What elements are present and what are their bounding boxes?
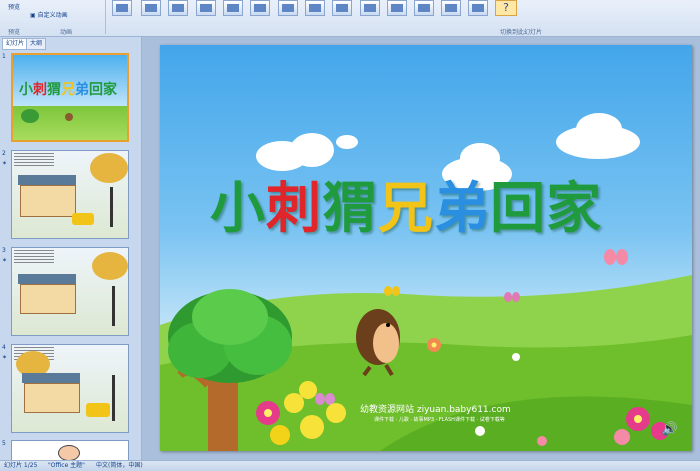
ribbon: 预览 ▣ 自定义动画 预览 动画 ? 切换到此幻灯片 xyxy=(0,0,700,37)
transition-thumb-14[interactable] xyxy=(468,0,488,16)
slide-number: 1 xyxy=(2,53,6,60)
slide-number: 4 xyxy=(2,344,6,351)
group-label-preview: 预览 xyxy=(8,29,21,36)
transition-thumb-11[interactable] xyxy=(387,0,407,16)
slide-editing-area: 小刺猬兄弟回家 幼教资源网站 ziyuan.baby611.com 课件下载 ·… xyxy=(142,37,700,460)
group-label-animation: 动画 xyxy=(60,29,73,36)
transition-thumb-2[interactable] xyxy=(141,0,161,16)
website-footer: 幼教资源网站 ziyuan.baby611.com xyxy=(360,405,511,415)
speaker-icon[interactable]: 🔊 xyxy=(662,422,678,437)
slide-number: 2 xyxy=(2,150,6,157)
animation-star-icon: ✶ xyxy=(2,257,8,264)
slide-scenery xyxy=(160,249,692,451)
slide-thumbnail-5[interactable] xyxy=(11,440,129,460)
transition-thumb-4[interactable] xyxy=(196,0,216,16)
thumb-lamp xyxy=(110,187,113,227)
slide-thumbnail-4[interactable] xyxy=(11,344,129,433)
tab-outline[interactable]: 大纲 xyxy=(26,38,47,50)
thumb-tree xyxy=(92,252,128,280)
thumb-lamp xyxy=(112,286,115,326)
thumb-title: 小刺猬兄弟回家 xyxy=(19,82,117,98)
tab-slides[interactable]: 幻灯片 xyxy=(2,38,29,50)
transition-thumb-12[interactable] xyxy=(414,0,434,16)
cloud xyxy=(290,133,334,167)
transition-thumb-10[interactable] xyxy=(360,0,380,16)
thumb-house xyxy=(20,284,76,314)
thumb-house xyxy=(20,185,76,217)
slide-title[interactable]: 小刺猬兄弟回家 xyxy=(210,163,602,243)
help-icon[interactable]: ? xyxy=(495,0,517,16)
ribbon-divider xyxy=(105,0,106,34)
thumb-hedgehog xyxy=(65,113,73,121)
thumb-bus xyxy=(86,403,110,417)
transition-thumb-13[interactable] xyxy=(441,0,461,16)
group-label-transition: 切换到此幻灯片 xyxy=(500,29,543,36)
thumb-tree xyxy=(21,109,39,123)
thumb-text xyxy=(14,153,54,167)
transition-thumb-3[interactable] xyxy=(168,0,188,16)
title-char: 猬 xyxy=(322,176,379,240)
slide-thumbnail-pane: 幻灯片 大纲 1 小刺猬兄弟回家 2 ✶ 3 ✶ 4 ✶ 5 xyxy=(0,37,142,460)
animation-star-icon: ✶ xyxy=(2,354,8,361)
transition-thumb-6[interactable] xyxy=(250,0,270,16)
title-char: 回 xyxy=(490,176,547,240)
thumb-bus xyxy=(72,213,94,225)
thumb-house xyxy=(24,383,80,413)
transition-thumb-9[interactable] xyxy=(332,0,352,16)
title-char: 小 xyxy=(210,176,267,240)
animation-star-icon: ✶ xyxy=(2,160,8,167)
transition-thumb-1[interactable] xyxy=(112,0,132,16)
slide-thumbnail-3[interactable] xyxy=(11,247,129,336)
thumb-character xyxy=(58,445,80,460)
title-char: 弟 xyxy=(434,176,491,240)
thumb-roof xyxy=(18,175,76,185)
thumb-roof xyxy=(18,274,76,284)
current-slide[interactable]: 小刺猬兄弟回家 幼教资源网站 ziyuan.baby611.com 课件下载 ·… xyxy=(160,45,692,451)
thumb-roof xyxy=(22,373,80,383)
transition-thumb-7[interactable] xyxy=(278,0,298,16)
website-subfooter: 课件下载 · 儿歌 · 故事MP3 · FLASH课件下载 · 试卷下载等 xyxy=(374,417,505,423)
slide-thumbnail-1[interactable]: 小刺猬兄弟回家 xyxy=(11,53,129,142)
transition-thumb-5[interactable] xyxy=(223,0,243,16)
cloud xyxy=(336,135,358,149)
status-bar: 幻灯片 1/25 "Office 主题" 中文(简体，中国) xyxy=(0,460,700,471)
thumb-lamp xyxy=(112,375,115,421)
title-char: 兄 xyxy=(378,176,435,240)
custom-animation-button[interactable]: ▣ 自定义动画 xyxy=(30,10,68,19)
slide-thumbnail-2[interactable] xyxy=(11,150,129,239)
transition-thumb-8[interactable] xyxy=(305,0,325,16)
thumb-tree xyxy=(90,153,128,183)
cloud xyxy=(576,113,622,145)
title-char: 家 xyxy=(546,176,603,240)
slide-number: 3 xyxy=(2,247,6,254)
title-char: 刺 xyxy=(266,176,323,240)
thumb-text xyxy=(14,250,54,264)
preview-button[interactable]: 预览 xyxy=(8,2,20,11)
slide-number: 5 xyxy=(2,440,6,447)
